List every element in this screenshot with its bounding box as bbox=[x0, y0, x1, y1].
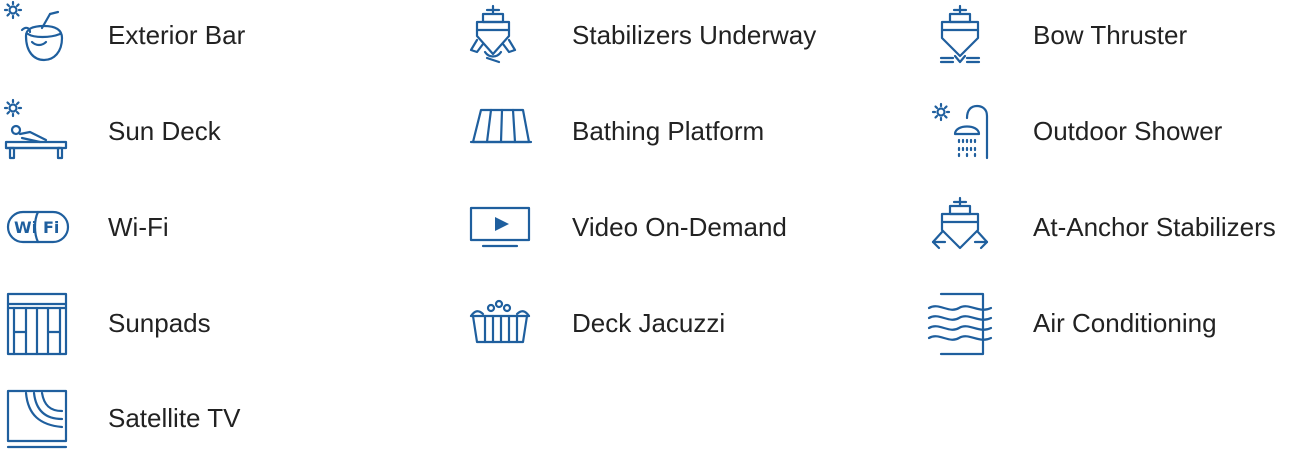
amenity-label: Satellite TV bbox=[108, 403, 241, 433]
amenity-label: Wi-Fi bbox=[108, 212, 169, 242]
video-on-demand-icon bbox=[465, 192, 535, 262]
amenities-grid: Exterior Bar Stabilizers Underway Bow Th… bbox=[0, 0, 1302, 449]
satellite-tv-icon bbox=[0, 383, 70, 453]
wifi-icon-text-right: Fi bbox=[43, 218, 59, 237]
amenity-label: Outdoor Shower bbox=[1033, 116, 1223, 146]
jacuzzi-icon bbox=[465, 288, 535, 358]
cocktail-icon bbox=[0, 0, 70, 70]
amenity-label: Deck Jacuzzi bbox=[572, 308, 726, 338]
amenity-label: Sunpads bbox=[108, 308, 211, 338]
amenity-label: At-Anchor Stabilizers bbox=[1033, 212, 1276, 242]
amenity-label: Bow Thruster bbox=[1033, 20, 1188, 50]
amenity-label: Video On-Demand bbox=[572, 212, 787, 242]
air-conditioning-icon bbox=[925, 288, 995, 358]
sunpads-icon bbox=[0, 288, 70, 358]
stabilizers-underway-icon bbox=[465, 0, 535, 70]
amenity-label: Bathing Platform bbox=[572, 116, 765, 146]
amenity-label: Stabilizers Underway bbox=[572, 20, 817, 50]
sun-deck-icon bbox=[0, 96, 70, 166]
at-anchor-stabilizers-icon bbox=[925, 192, 995, 262]
amenity-label: Exterior Bar bbox=[108, 20, 246, 50]
outdoor-shower-icon bbox=[925, 96, 995, 166]
amenity-label: Air Conditioning bbox=[1033, 308, 1217, 338]
bow-thruster-icon bbox=[925, 0, 995, 70]
wifi-icon: Wi Fi bbox=[0, 192, 70, 262]
bathing-platform-icon bbox=[465, 96, 535, 166]
wifi-icon-text-left: Wi bbox=[14, 218, 37, 237]
amenity-label: Sun Deck bbox=[108, 116, 221, 146]
